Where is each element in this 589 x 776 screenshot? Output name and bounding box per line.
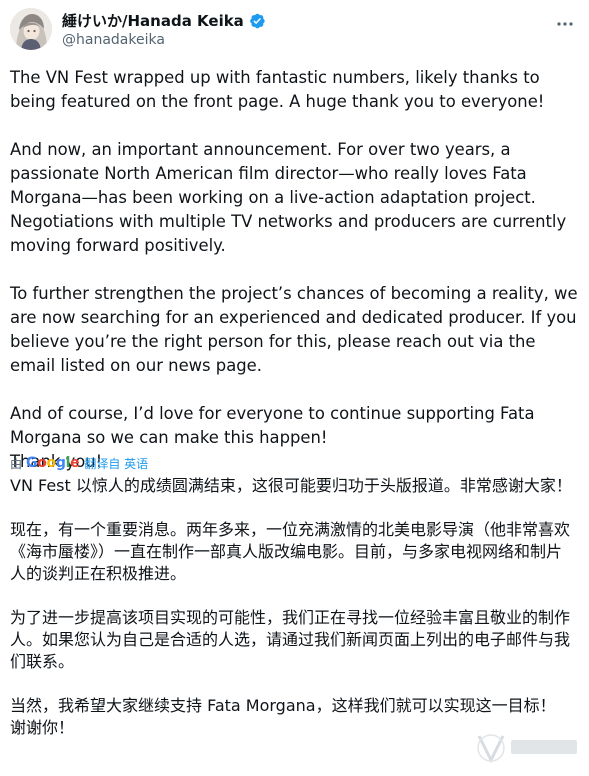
more-options-icon[interactable]	[555, 14, 575, 34]
translation-attribution: 由 Google 翻译自 英语	[10, 454, 148, 472]
translated-paragraph: VN Fest 以惊人的成绩圆满结束，这很可能要归功于头版报道。非常感谢大家！	[10, 476, 572, 495]
site-watermark-logo	[477, 734, 577, 764]
tweet-text: The VN Fest wrapped up with fantastic nu…	[10, 66, 579, 474]
avatar-image	[10, 8, 52, 50]
avatar[interactable]	[10, 8, 52, 50]
tweet-paragraph: And of course, I’d love for everyone to …	[10, 404, 535, 447]
tweet-paragraph: To further strengthen the project’s chan…	[10, 284, 578, 375]
tweet-paragraph: The VN Fest wrapped up with fantastic nu…	[10, 68, 545, 111]
author-handle[interactable]: @hanadakeika	[62, 32, 165, 48]
translated-by-label: 由	[10, 456, 23, 471]
translated-paragraph: 为了进一步提高该项目实现的可能性，我们正在寻找一位经验丰富且敬业的制作人。如果您…	[10, 608, 571, 671]
verified-badge-icon	[249, 13, 265, 28]
translated-text: VN Fest 以惊人的成绩圆满结束，这很可能要归功于头版报道。非常感谢大家！ …	[10, 475, 575, 739]
author-display-name[interactable]: 綞けいか/Hanada Keika	[62, 10, 244, 31]
author-name-row[interactable]: 綞けいか/Hanada Keika	[62, 10, 266, 31]
tweet-paragraph: And now, an important announcement. For …	[10, 140, 567, 255]
translated-paragraph: 现在，有一个重要消息。两年多来，一位充满激情的北美电影导演（他非常喜欢《海市蜃楼…	[10, 520, 571, 583]
tweet-header: 綞けいか/Hanada Keika @hanadakeika	[10, 8, 579, 54]
translated-from-link[interactable]: 翻译自 英语	[84, 455, 148, 472]
translated-paragraph: 当然，我希望大家继续支持 Fata Morgana，这样我们就可以实现这一目标！	[10, 696, 556, 715]
google-logo: Google	[26, 455, 80, 471]
